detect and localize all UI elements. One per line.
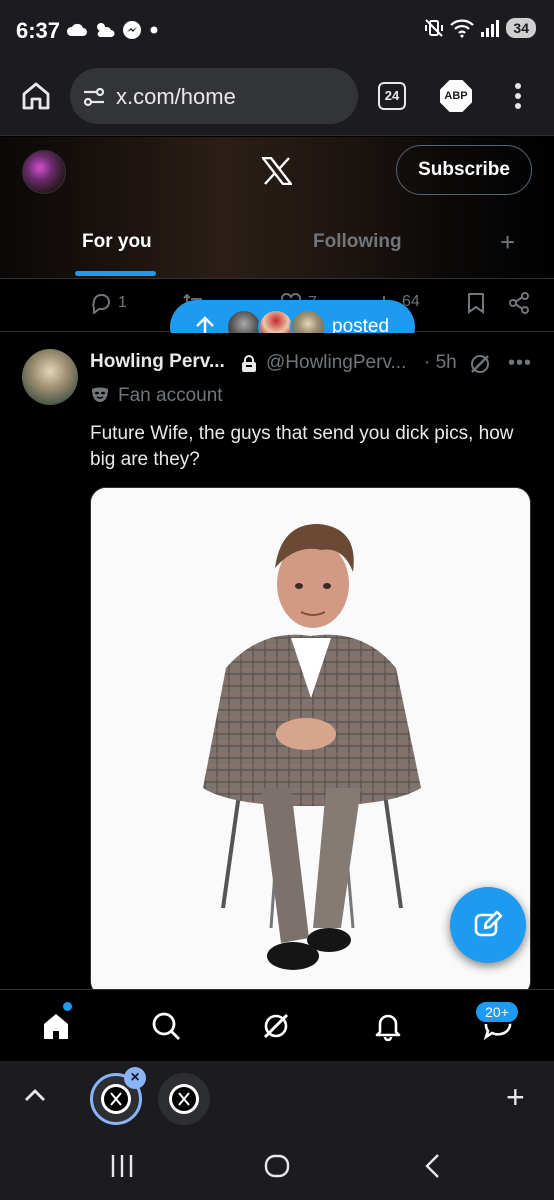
more-vertical-icon — [515, 83, 521, 109]
bookmark-icon — [468, 293, 484, 314]
chevron-up-icon[interactable] — [24, 1087, 46, 1103]
status-notification-icons — [66, 20, 160, 40]
tweet-timestamp[interactable]: · 5h — [424, 352, 457, 374]
browser-home-button[interactable] — [20, 80, 52, 112]
add-tab-icon[interactable]: + — [500, 227, 515, 258]
cellular-signal-icon — [481, 20, 500, 37]
tweet-author-name[interactable]: Howling Perv... — [90, 351, 225, 373]
vibrate-mute-icon — [425, 19, 444, 37]
status-system-icons: 34 — [424, 18, 536, 38]
system-nav-bar — [0, 1131, 554, 1200]
browser-menu-button[interactable] — [510, 82, 526, 110]
grok-icon[interactable] — [468, 352, 492, 376]
tweet-text: Future Wife, the guys that send you dick… — [90, 423, 514, 470]
browser-tab-strip: × + — [0, 1061, 554, 1131]
weather-icon — [97, 23, 115, 37]
battery-indicator: 34 — [506, 18, 536, 38]
grok-icon[interactable] — [260, 1010, 292, 1042]
timestamp-value: 5h — [435, 352, 457, 373]
compose-icon — [474, 910, 503, 937]
site-settings-icon[interactable] — [82, 86, 106, 108]
back-icon[interactable] — [422, 1153, 442, 1179]
share-action[interactable] — [508, 292, 530, 314]
timestamp-separator: · — [424, 352, 431, 373]
reply-action[interactable]: 1 — [90, 292, 127, 314]
adblock-button[interactable]: ABP — [440, 80, 472, 112]
x-logo-icon[interactable] — [262, 157, 292, 185]
wifi-icon — [450, 19, 475, 38]
tweet-author-avatar[interactable] — [22, 349, 78, 405]
home-icon[interactable] — [40, 1010, 72, 1042]
subscribe-button[interactable]: Subscribe — [396, 145, 532, 195]
x-bottom-nav: 20+ — [0, 989, 554, 1061]
fan-account-label: Fan account — [118, 385, 223, 406]
notifications-icon[interactable] — [372, 1010, 404, 1042]
active-tab-indicator — [75, 271, 156, 276]
browser-tab[interactable] — [158, 1073, 210, 1125]
tab-switcher-button[interactable]: 24 — [378, 82, 406, 110]
tweet-author-handle[interactable]: @HowlingPerv... — [266, 352, 406, 374]
recent-apps-icon[interactable] — [110, 1153, 134, 1179]
bookmark-action[interactable] — [466, 292, 486, 314]
tweet-more-icon[interactable]: ••• — [508, 352, 532, 375]
fan-account-mask-icon — [92, 387, 108, 402]
home-unread-dot — [63, 1002, 72, 1011]
status-time: 6:37 — [16, 18, 61, 43]
share-icon — [509, 292, 529, 314]
tab-for-you[interactable]: For you — [82, 231, 152, 253]
home-outline-icon — [22, 82, 50, 110]
tab-following[interactable]: Following — [313, 231, 402, 253]
compose-button[interactable] — [450, 887, 526, 963]
system-home-icon[interactable] — [264, 1153, 290, 1179]
x-favicon-icon — [169, 1084, 199, 1114]
new-tab-icon[interactable]: + — [506, 1079, 525, 1116]
url-bar[interactable]: x.com/home — [70, 68, 358, 124]
close-tab-icon[interactable]: × — [124, 1067, 146, 1089]
search-icon[interactable] — [150, 1010, 182, 1042]
profile-avatar[interactable] — [22, 150, 66, 194]
browser-toolbar: x.com/home 24 ABP — [0, 62, 554, 136]
url-text: x.com/home — [116, 84, 236, 109]
x-header: Subscribe For you Following + — [0, 137, 554, 279]
protected-lock-icon — [242, 355, 256, 372]
messenger-icon — [123, 21, 141, 39]
more-notifications-dot-icon — [150, 26, 158, 34]
messages-badge: 20+ — [474, 1000, 520, 1024]
x-favicon-icon — [101, 1084, 131, 1114]
status-bar: 6:37 34 — [0, 0, 554, 62]
reply-icon — [92, 294, 110, 314]
reply-count: 1 — [118, 294, 127, 311]
cloud-icon — [66, 23, 87, 36]
